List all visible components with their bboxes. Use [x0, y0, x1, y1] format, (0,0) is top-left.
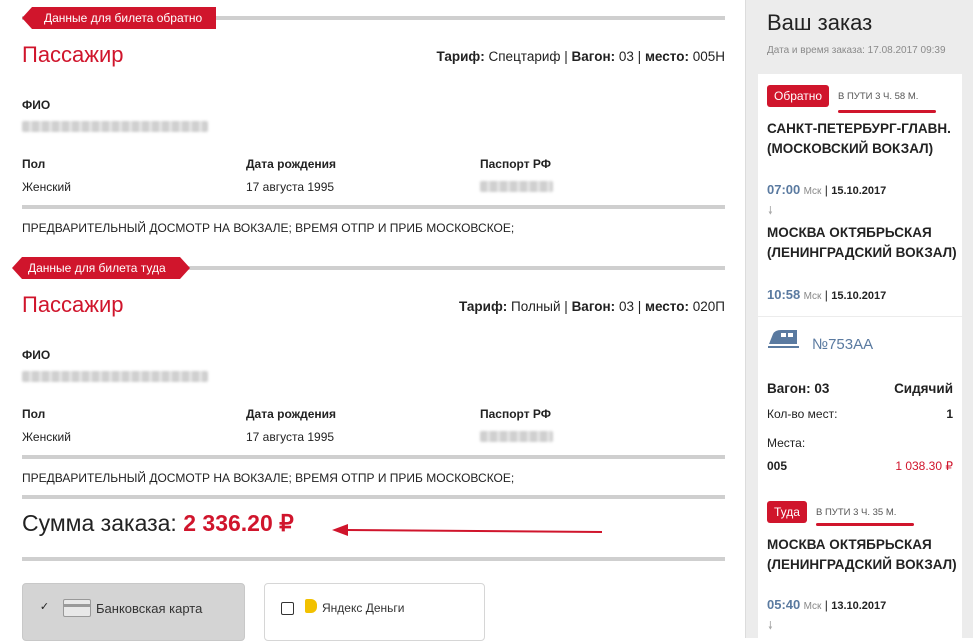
- checkmark-icon: ✓: [39, 601, 50, 613]
- gender-label: Пол: [22, 157, 46, 171]
- redacted-name: [22, 371, 208, 382]
- ticket-note: ПРЕДВАРИТЕЛЬНЫЙ ДОСМОТР НА ВОКЗАЛЕ; ВРЕМ…: [22, 221, 515, 235]
- gender-label: Пол: [22, 407, 46, 421]
- forward-ticket-ribbon: Данные для билета туда: [12, 257, 190, 279]
- passenger-title: Пассажир: [22, 42, 124, 67]
- tariff-info: Тариф: Спецтариф | Вагон: 03 | место: 00…: [436, 49, 725, 64]
- redacted-passport: [480, 431, 553, 442]
- car-info-row: Вагон: 03 Сидячий: [767, 381, 953, 396]
- departure-time: 05:40 Мск | 13.10.2017: [767, 597, 887, 612]
- payment-option-label: Банковская карта: [96, 601, 203, 616]
- ticket-note: ПРЕДВАРИТЕЛЬНЫЙ ДОСМОТР НА ВОКЗАЛЕ; ВРЕМ…: [22, 471, 515, 485]
- sidebar-title: Ваш заказ: [767, 10, 873, 35]
- trip-duration: В ПУТИ 3 Ч. 35 М.: [816, 507, 897, 518]
- train-details-card: №753АА Вагон: 03 Сидячий Кол-во мест: 1 Ме…: [758, 317, 962, 495]
- return-ticket-ribbon: Данные для билета обратно: [21, 7, 217, 29]
- section-divider: [22, 205, 725, 209]
- forward-trip-card: Туда В ПУТИ 3 Ч. 35 М. МОСКВА ОКТЯБРЬСКА…: [758, 495, 962, 638]
- departure-station: МОСКВА ОКТЯБРЬСКАЯ (ЛЕНИНГРАДСКИЙ ВОКЗАЛ…: [767, 537, 957, 572]
- arrow-down-icon: 🠗: [768, 205, 773, 217]
- payment-option-label: Яндекс Деньги: [322, 601, 405, 615]
- passport-label: Паспорт РФ: [480, 407, 552, 421]
- order-details: Данные для билета обратно Пассажир Тариф…: [0, 0, 745, 641]
- return-tag: Обратно: [767, 85, 830, 107]
- gender-value: Женский: [22, 180, 71, 194]
- redacted-name: [22, 121, 208, 132]
- trip-duration: В ПУТИ 3 Ч. 58 М.: [838, 91, 919, 102]
- passenger-title: Пассажир: [22, 292, 124, 317]
- payment-option-card[interactable]: ✓ Банковская карта: [22, 583, 245, 641]
- order-date: Дата и время заказа: 17.08.2017 09:39: [767, 45, 946, 56]
- section-divider: [22, 495, 725, 499]
- order-sidebar: Ваш заказ Дата и время заказа: 17.08.201…: [745, 0, 973, 638]
- section-divider: [22, 455, 725, 459]
- seats-label: Места:: [767, 436, 806, 450]
- dob-value: 17 августа 1995: [246, 180, 335, 194]
- annotation-arrow-icon: [332, 524, 603, 536]
- payment-option-yandex[interactable]: Яндекс Деньги: [264, 583, 485, 641]
- credit-card-icon: [63, 599, 91, 617]
- fio-label: ФИО: [22, 348, 51, 362]
- departure-time: 07:00 Мск | 15.10.2017: [767, 182, 887, 197]
- tariff-info: Тариф: Полный | Вагон: 03 | место: 020П: [459, 299, 725, 314]
- fio-label: ФИО: [22, 98, 51, 112]
- seats-count-row: Кол-во мест: 1: [767, 407, 953, 421]
- dob-label: Дата рождения: [246, 157, 337, 171]
- checkbox[interactable]: [281, 602, 294, 615]
- train-icon: [768, 330, 799, 348]
- annotation-underline: [838, 110, 936, 113]
- passport-label: Паспорт РФ: [480, 157, 552, 171]
- order-total: Сумма заказа: 2 336.20 ₽: [22, 510, 294, 536]
- annotation-underline: [816, 523, 914, 526]
- gender-value: Женский: [22, 430, 71, 444]
- arrival-time: 10:58 Мск | 15.10.2017: [767, 287, 887, 302]
- redacted-passport: [480, 181, 553, 192]
- forward-tag: Туда: [767, 501, 807, 523]
- arrival-station: МОСКВА ОКТЯБРЬСКАЯ (ЛЕНИНГРАДСКИЙ ВОКЗАЛ…: [767, 225, 957, 260]
- departure-station: САНКТ-ПЕТЕРБУРГ-ГЛАВН. (МОСКОВСКИЙ ВОКЗА…: [767, 121, 951, 156]
- section-divider: [22, 557, 725, 561]
- car-type: Сидячий: [894, 381, 953, 396]
- train-number: №753АА: [812, 336, 874, 353]
- order-total-amount: 2 336.20 ₽: [183, 510, 294, 536]
- arrow-down-icon: 🠗: [768, 620, 773, 632]
- dob-value: 17 августа 1995: [246, 430, 335, 444]
- return-trip-card: Обратно В ПУТИ 3 Ч. 58 М. САНКТ-ПЕТЕРБУР…: [758, 74, 962, 316]
- seat-price-row: 005 1 038.30 ₽: [767, 459, 953, 473]
- yandex-money-icon: [305, 599, 317, 613]
- dob-label: Дата рождения: [246, 407, 337, 421]
